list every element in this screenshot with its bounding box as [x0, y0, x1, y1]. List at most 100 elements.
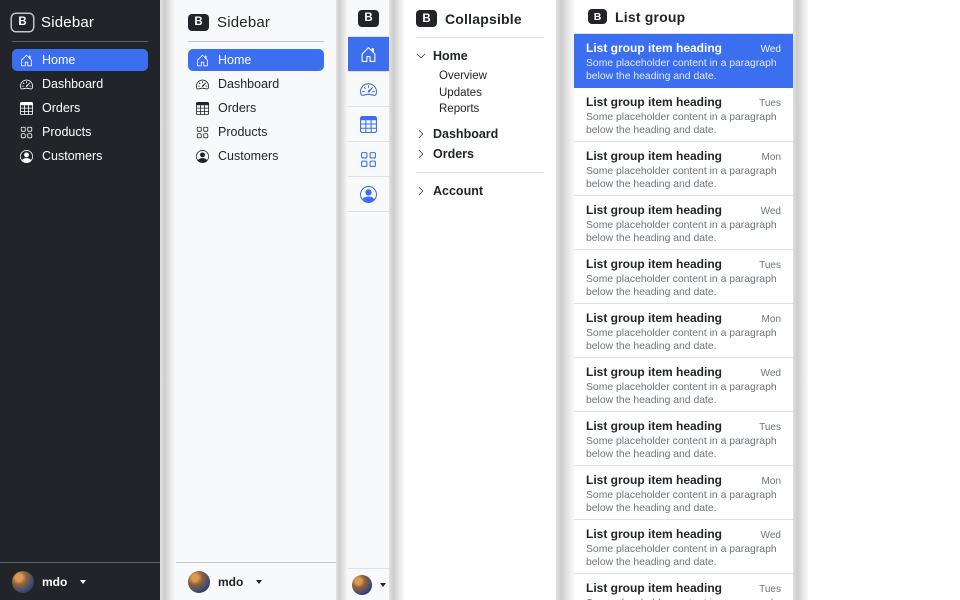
- list-item-body: Some placeholder content in a paragraphb…: [586, 165, 781, 192]
- person-circle-icon: [360, 186, 377, 203]
- house-icon: [20, 54, 33, 67]
- user-dropdown-dark[interactable]: mdo: [0, 562, 160, 600]
- icon-nav: [348, 37, 389, 212]
- list-group-item[interactable]: List group item headingTues Some placehol…: [574, 88, 793, 142]
- sidebar-item-orders[interactable]: Orders: [12, 97, 148, 119]
- icon-sidebar-item-house[interactable]: [348, 37, 389, 72]
- list-item-heading: List group item heading: [586, 419, 722, 433]
- house-icon: [196, 54, 209, 67]
- collapse-toggle-label: Orders: [433, 147, 474, 161]
- sidebar-item-label: Orders: [218, 101, 256, 115]
- sidebar-item-products[interactable]: Products: [188, 121, 324, 143]
- sidebar-item-label: Dashboard: [218, 77, 279, 91]
- table-icon: [360, 116, 377, 133]
- bootstrap-logo-icon: B: [12, 14, 33, 31]
- divider: [416, 172, 544, 173]
- chevron-right-icon: [416, 129, 426, 139]
- list-group-item[interactable]: List group item headingMonSome placehold…: [574, 142, 793, 196]
- collapse-toggle-account[interactable]: Account: [416, 181, 544, 201]
- sidebar-item-dashboard[interactable]: Dashboard: [12, 73, 148, 95]
- spacer: [188, 167, 324, 562]
- bootstrap-logo-icon: B: [416, 10, 437, 27]
- user-dropdown-light[interactable]: mdo: [176, 562, 336, 600]
- brand-link-dark[interactable]: B Sidebar: [12, 10, 148, 34]
- list-group-item[interactable]: List group item headingWedSome placehold…: [574, 34, 793, 88]
- collapse-child-updates[interactable]: Updates: [416, 85, 544, 102]
- brand-link-icons[interactable]: B: [348, 0, 389, 37]
- chevron-down-icon: [416, 51, 426, 61]
- list-item-date: Tues: [759, 422, 781, 433]
- list-item-date: Mon: [762, 314, 781, 325]
- sidebar-item-home[interactable]: Home: [188, 49, 324, 71]
- nav-light: Home Dashboard Orders ProductsCustomers: [188, 49, 324, 167]
- sidebar-item-home[interactable]: Home: [12, 49, 148, 71]
- list-item-heading: List group item heading: [586, 203, 722, 217]
- list-item-header-row: List group item heading Wed: [586, 365, 781, 379]
- user-dropdown-icons[interactable]: [348, 568, 389, 600]
- list-item-heading: List group item heading: [586, 581, 722, 595]
- list-group-item[interactable]: List group item heading Wed Some placehold…: [574, 358, 793, 412]
- spacer: [348, 212, 389, 568]
- list-item-date: Wed: [761, 44, 781, 55]
- list-group-item[interactable]: List group item headingMonSome placehold…: [574, 466, 793, 520]
- sidebar-item-customers[interactable]: Customers: [188, 145, 324, 167]
- collapse-child-reports[interactable]: Reports: [416, 101, 544, 118]
- collapsible-title: Collapsible: [445, 11, 522, 27]
- list-item-body: Some placeholder content in a paragraphb…: [586, 111, 781, 138]
- list-item-body: Some placeholder content in a paragraphb…: [586, 543, 781, 570]
- collapsible-nav: Home OverviewUpdatesReports Dashboard Order…: [416, 46, 544, 201]
- list-item-heading: List group item heading: [586, 257, 722, 271]
- speedometer-icon: [20, 78, 33, 91]
- collapse-toggle-dashboard[interactable]: Dashboard: [416, 124, 544, 144]
- vertical-divider: [389, 0, 404, 600]
- list-item-body: Some placeholder content in a paragraphb…: [586, 381, 781, 408]
- brand-link-collapsible[interactable]: B Collapsible: [416, 10, 544, 38]
- list-group-item[interactable]: List group item headingTuesSome placehol…: [574, 250, 793, 304]
- list-item-date: Wed: [761, 368, 781, 379]
- collapse-toggle-home[interactable]: Home: [416, 46, 544, 66]
- list-item-header-row: List group item headingWed: [586, 527, 781, 541]
- username: mdo: [42, 575, 67, 589]
- list-item-date: Tues: [759, 584, 781, 595]
- sidebar-icons-only: B: [348, 0, 389, 600]
- list-group-item[interactable]: List group item headingTuesSome placehol…: [574, 412, 793, 466]
- caret-down-icon: [256, 580, 262, 584]
- list-item-header-row: List group item headingTues: [586, 95, 781, 109]
- divider: [188, 41, 324, 42]
- username: mdo: [218, 575, 243, 589]
- brand-link-listgroup[interactable]: B List group: [574, 0, 793, 34]
- grid-icon: [20, 126, 33, 139]
- list-group-item[interactable]: List group item headingWed Some placehold…: [574, 520, 793, 574]
- icon-sidebar-item-grid[interactable]: [348, 142, 389, 177]
- avatar: [188, 571, 210, 593]
- grid-icon: [196, 126, 209, 139]
- list-item-header-row: List group item heading Tues: [586, 419, 781, 433]
- vertical-divider: [336, 0, 348, 600]
- collapse-toggle-orders[interactable]: Orders: [416, 144, 544, 164]
- sidebar-item-dashboard[interactable]: Dashboard: [188, 73, 324, 95]
- bootstrap-logo-icon: B: [358, 10, 379, 27]
- sidebar-item-products[interactable]: Products: [12, 121, 148, 143]
- list-group-item[interactable]: List group item headingWedSome placehold…: [574, 196, 793, 250]
- list-item-header-row: List group item heading Tues: [586, 581, 781, 595]
- list-item-body: Some placeholder content in a paragraphb…: [586, 489, 781, 516]
- grid-icon: [360, 151, 377, 168]
- brand-link-light[interactable]: B Sidebar: [188, 10, 324, 34]
- list-group-item[interactable]: List group item headingMonSome placehold…: [574, 304, 793, 358]
- chevron-right-icon: [416, 186, 426, 196]
- sidebar-item-orders[interactable]: Orders: [188, 97, 324, 119]
- icon-sidebar-item-speedometer[interactable]: [348, 72, 389, 107]
- collapse-child-overview[interactable]: Overview: [416, 68, 544, 85]
- list-item-heading: List group item heading: [586, 311, 722, 325]
- list-item-date: Mon: [762, 152, 781, 163]
- list-item-heading: List group item heading: [586, 365, 722, 379]
- vertical-divider: [160, 0, 176, 600]
- collapse-toggle-label: Dashboard: [433, 127, 498, 141]
- sidebar-item-customers[interactable]: Customers: [12, 145, 148, 167]
- chevron-right-icon: [416, 149, 426, 159]
- list-item-heading: List group item heading: [586, 527, 722, 541]
- list-group-item[interactable]: List group item headingTuesSome placehol…: [574, 574, 793, 600]
- list-item-body: Some placeholder content in a paragraphb…: [586, 219, 781, 246]
- icon-sidebar-item-person-circle[interactable]: [348, 177, 389, 212]
- icon-sidebar-item-table[interactable]: [348, 107, 389, 142]
